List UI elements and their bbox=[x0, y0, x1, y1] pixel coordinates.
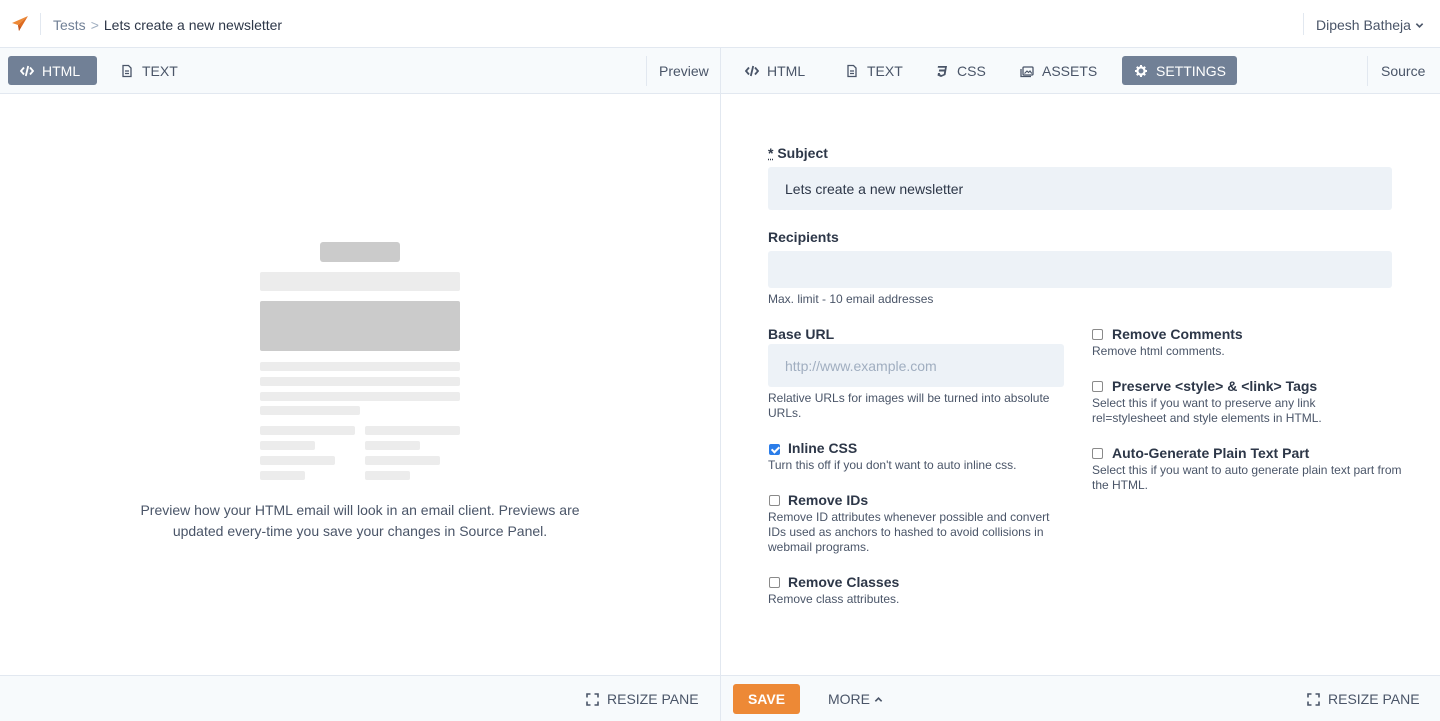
more-button[interactable]: MORE bbox=[828, 691, 883, 707]
placeholder-line bbox=[260, 456, 335, 465]
paper-plane-icon[interactable] bbox=[11, 15, 29, 33]
remove-ids-help: Remove ID attributes whenever possible a… bbox=[768, 510, 1050, 554]
source-tab-text[interactable]: TEXT bbox=[833, 56, 915, 85]
chevron-up-icon bbox=[874, 696, 883, 702]
placeholder-title bbox=[260, 272, 460, 291]
logo-separator bbox=[40, 13, 41, 35]
source-tab-css-label: CSS bbox=[957, 62, 986, 79]
preview-tab-html[interactable]: HTML bbox=[8, 56, 97, 85]
remove-classes-checkbox[interactable] bbox=[769, 577, 780, 588]
recipients-input[interactable] bbox=[768, 251, 1392, 288]
css3-icon bbox=[937, 65, 947, 77]
source-footer: SAVE MORE RESIZE PANE bbox=[721, 675, 1440, 721]
code-icon bbox=[20, 65, 34, 76]
auto-plain-text-label[interactable]: Auto-Generate Plain Text Part bbox=[1112, 445, 1309, 462]
placeholder-image bbox=[260, 301, 460, 351]
pane-divider[interactable] bbox=[720, 48, 721, 721]
expand-icon bbox=[586, 692, 599, 706]
inline-css-help: Turn this off if you don't want to auto … bbox=[768, 458, 1017, 472]
placeholder-line bbox=[260, 471, 305, 480]
placeholder-line bbox=[260, 441, 315, 450]
remove-comments-label[interactable]: Remove Comments bbox=[1112, 326, 1243, 343]
preserve-tags-label[interactable]: Preserve <style> & <link> Tags bbox=[1112, 378, 1317, 395]
preview-tab-text-label: TEXT bbox=[142, 62, 178, 79]
subject-label: * Subject bbox=[768, 145, 828, 162]
preserve-tags-checkbox[interactable] bbox=[1092, 381, 1103, 392]
resize-pane-right-button[interactable]: RESIZE PANE bbox=[1307, 691, 1420, 707]
source-tab-css[interactable]: CSS bbox=[923, 56, 998, 85]
subject-label-text: Subject bbox=[777, 145, 828, 161]
source-tab-assets-label: ASSETS bbox=[1042, 62, 1098, 79]
placeholder-line bbox=[260, 377, 460, 386]
source-tab-text-label: TEXT bbox=[867, 62, 903, 79]
base-url-label: Base URL bbox=[768, 326, 835, 342]
source-tab-settings[interactable]: SETTINGS bbox=[1122, 56, 1237, 85]
placeholder-line bbox=[365, 441, 420, 450]
auto-plain-text-help: Select this if you want to auto generate… bbox=[1092, 463, 1402, 492]
recipients-label: Recipients bbox=[768, 229, 839, 245]
user-separator bbox=[1303, 13, 1304, 35]
preview-label-separator bbox=[646, 56, 647, 86]
remove-ids-label[interactable]: Remove IDs bbox=[788, 492, 868, 509]
recipients-help: Max. limit - 10 email addresses bbox=[768, 292, 934, 306]
remove-ids-checkbox[interactable] bbox=[769, 495, 780, 506]
user-menu[interactable]: Dipesh Batheja bbox=[1316, 16, 1424, 34]
preview-tab-text[interactable]: TEXT bbox=[108, 56, 190, 85]
base-url-input[interactable]: http://www.example.com bbox=[768, 344, 1064, 387]
resize-pane-right-label: RESIZE PANE bbox=[1328, 691, 1420, 707]
expand-icon bbox=[1307, 692, 1320, 706]
breadcrumb-current: Lets create a new newsletter bbox=[103, 17, 283, 33]
save-button[interactable]: SAVE bbox=[733, 684, 800, 714]
source-tab-assets[interactable]: ASSETS bbox=[1008, 56, 1109, 85]
placeholder-line bbox=[260, 406, 360, 415]
images-icon bbox=[1020, 65, 1034, 77]
placeholder-line bbox=[260, 426, 355, 435]
file-text-icon bbox=[122, 64, 132, 77]
inline-css-checkbox[interactable] bbox=[769, 444, 780, 455]
source-pane-label: Source bbox=[1381, 63, 1426, 79]
preview-message: Preview how your HTML email will look in… bbox=[140, 502, 580, 539]
user-name: Dipesh Batheja bbox=[1316, 17, 1411, 33]
source-tab-settings-label: SETTINGS bbox=[1156, 62, 1227, 79]
placeholder-line bbox=[365, 456, 440, 465]
breadcrumb-parent[interactable]: Tests bbox=[53, 17, 86, 33]
source-label-separator bbox=[1367, 56, 1368, 86]
resize-pane-left-label: RESIZE PANE bbox=[607, 691, 699, 707]
breadcrumb-separator: > bbox=[90, 17, 99, 33]
inline-css-label[interactable]: Inline CSS bbox=[788, 440, 857, 457]
preview-tab-html-label: HTML bbox=[42, 62, 81, 79]
preserve-tags-help: Select this if you want to preserve any … bbox=[1092, 396, 1322, 425]
breadcrumb: Tests > Lets create a new newsletter bbox=[53, 16, 282, 34]
resize-pane-left-button[interactable]: RESIZE PANE bbox=[586, 691, 699, 707]
remove-classes-label[interactable]: Remove Classes bbox=[788, 574, 899, 591]
placeholder-logo bbox=[320, 242, 400, 262]
subject-input[interactable]: Lets create a new newsletter bbox=[768, 167, 1392, 210]
auto-plain-text-checkbox[interactable] bbox=[1092, 448, 1103, 459]
placeholder-line bbox=[365, 426, 460, 435]
remove-comments-help: Remove html comments. bbox=[1092, 344, 1225, 358]
top-bar: Tests > Lets create a new newsletter Dipes… bbox=[0, 0, 1440, 48]
source-tab-html[interactable]: HTML bbox=[733, 56, 817, 85]
chevron-down-icon bbox=[1415, 22, 1424, 28]
code-icon bbox=[745, 65, 759, 76]
preview-pane-label: Preview bbox=[659, 63, 709, 79]
required-marker: * bbox=[768, 145, 774, 161]
more-label: MORE bbox=[828, 691, 870, 707]
remove-comments-checkbox[interactable] bbox=[1092, 329, 1103, 340]
placeholder-line bbox=[260, 392, 460, 401]
gear-icon bbox=[1135, 64, 1147, 77]
placeholder-line bbox=[260, 362, 460, 371]
source-tab-html-label: HTML bbox=[767, 62, 806, 79]
file-text-icon bbox=[847, 64, 857, 77]
preview-footer: RESIZE PANE bbox=[0, 675, 720, 721]
remove-classes-help: Remove class attributes. bbox=[768, 592, 900, 606]
source-tab-bar: HTML TEXT CSS ASSETS SETTINGS Source bbox=[721, 48, 1440, 94]
preview-tab-bar: HTML TEXT Preview bbox=[0, 48, 720, 94]
base-url-help: Relative URLs for images will be turned … bbox=[768, 391, 1050, 420]
placeholder-line bbox=[365, 471, 410, 480]
